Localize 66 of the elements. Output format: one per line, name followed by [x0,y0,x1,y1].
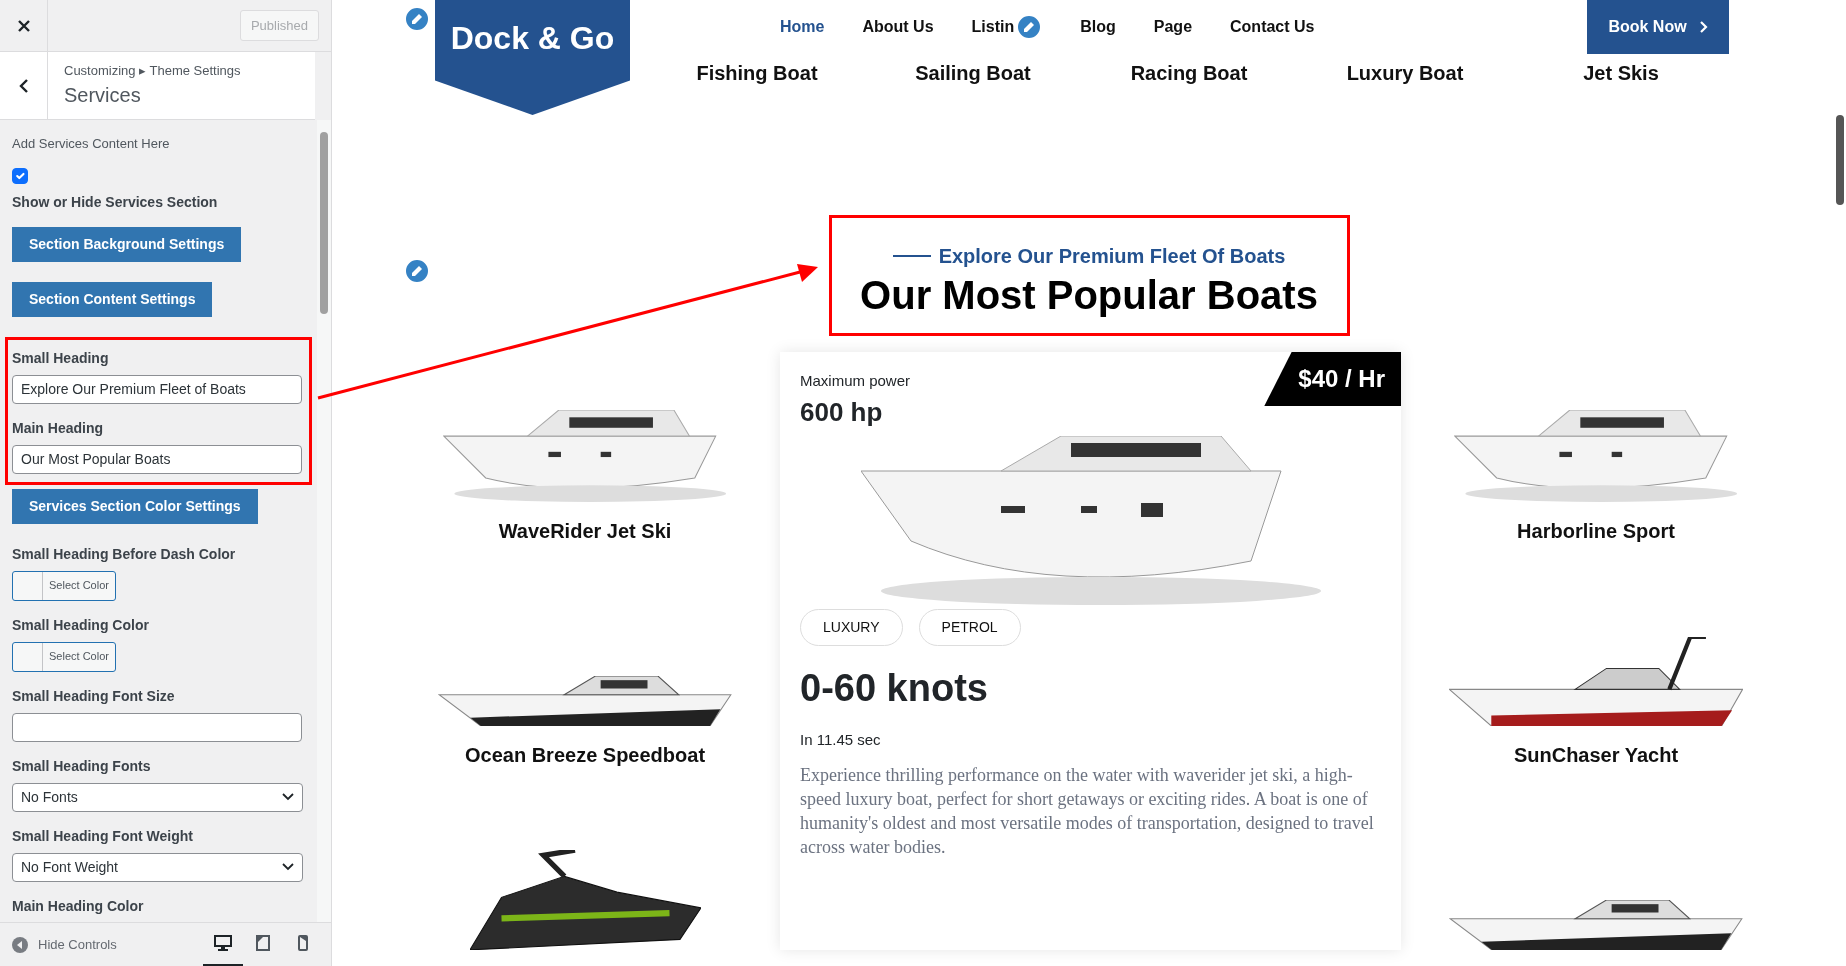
checkbox-label: Show or Hide Services Section [12,192,219,212]
category-link[interactable]: Racing Boat [1081,58,1297,88]
power-label: Maximum power [800,371,911,391]
nav-link[interactable]: Contact Us [1230,15,1315,39]
chevron-down-icon [282,863,294,871]
nav-link[interactable]: Page [1153,15,1193,39]
text-field[interactable]: Explore Our Premium Fleet of Boats [12,374,302,404]
chevron-left-icon [18,77,29,94]
nav-link[interactable]: Listin [971,15,1015,39]
main-heading: Our Most Popular Boats [859,272,1319,319]
nav-link[interactable]: Home [780,15,825,39]
boat-name: SunChaser Yacht [1513,743,1679,768]
close-icon [16,18,31,33]
settings-button[interactable]: Section Background Settings [12,226,242,262]
field-label: Small Heading Font Size [12,686,176,706]
price-badge: $40 / Hr [1264,352,1401,406]
edit-icon[interactable] [404,258,430,284]
boat-name: WaveRider Jet Ski [498,519,672,544]
field-label: Small Heading Before Dash Color [12,544,237,564]
description: Experience thrilling performance on the water with waverider jet ski, a high-speed luxury boat, perfect for short getaways or exciting rides. A boat is one of humanity's oldest and most versatile modes of transportation, designed to travel across water bodies. [800,764,1375,859]
select-field[interactable]: No Fonts [12,782,303,812]
speed-value: 0-60 knots [800,665,989,711]
select-field[interactable]: No Font Weight [12,852,303,882]
dash-line [892,255,931,257]
edit-icon[interactable] [1016,14,1043,40]
field-label: Small Heading Color [12,615,150,635]
nav-link[interactable]: About Us [862,15,934,39]
logo[interactable]: Dock & Go [435,0,630,115]
boat-name: Harborline Sport [1517,519,1675,544]
breadcrumb: Customizing ▸ Theme Settings [64,61,241,80]
category-link[interactable]: Luxury Boat [1297,58,1513,88]
edit-icon[interactable] [404,6,430,32]
control-description: Add Services Content Here [12,135,171,153]
category-link[interactable]: Jet Skis [1513,58,1729,88]
small-heading: Explore Our Premium Fleet Of Boats [938,244,1286,269]
color-picker-button[interactable]: Select Color [12,641,116,672]
scrollbar[interactable] [317,120,331,922]
power-value: 600 hp [800,395,884,429]
category-link[interactable]: Fishing Boat [649,58,865,88]
scrollbar[interactable] [1836,115,1844,205]
settings-button[interactable]: Section Content Settings [12,281,213,317]
field-label: Small Heading Font Weight [12,826,194,846]
field-label: Small Heading [12,348,110,368]
select-value: No Fonts [21,787,78,807]
desktop-icon [214,935,232,951]
section-title: Services [64,83,142,109]
nav-link[interactable]: Blog [1080,15,1116,39]
field-label: Small Heading Fonts [12,756,152,776]
text-field[interactable] [12,712,302,742]
field-label: Main Heading Color [12,896,145,916]
book-now-button[interactable]: Book Now [1587,0,1729,54]
collapse-icon [12,936,28,953]
tablet-icon [256,935,270,951]
hide-controls-button[interactable]: Hide Controls [12,934,117,955]
mobile-icon [298,935,308,951]
boat-name: Ocean Breeze Speedboat [464,743,706,768]
settings-button[interactable]: Services Section Color Settings [12,488,258,524]
field-label: Main Heading [12,418,104,438]
text-field[interactable]: Our Most Popular Boats [12,444,302,474]
chevron-down-icon [282,793,294,801]
chevron-right-icon [1698,20,1708,34]
checkbox[interactable] [12,167,28,184]
category-link[interactable]: Sailing Boat [865,58,1081,88]
speed-time: In 11.45 sec [800,729,882,750]
color-picker-button[interactable]: Select Color [12,570,116,601]
select-value: No Font Weight [21,857,118,877]
